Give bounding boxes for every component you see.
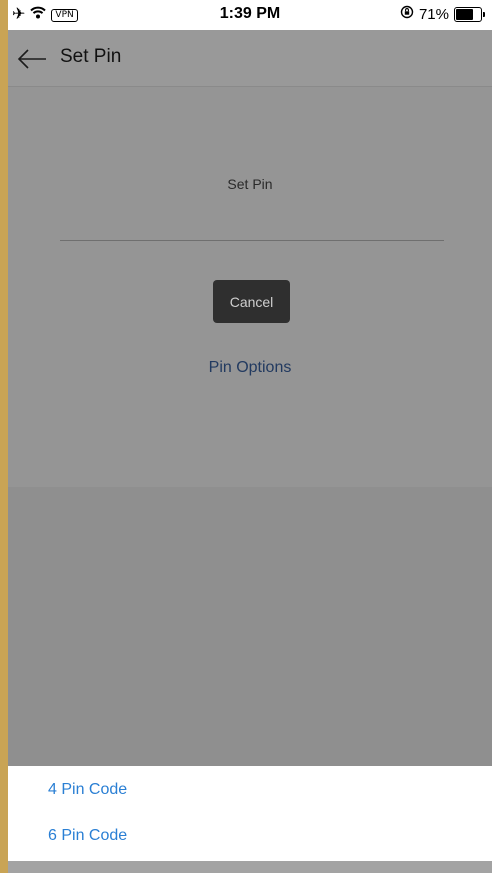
- battery-fill: [456, 8, 474, 20]
- pin-input-underline[interactable]: [60, 240, 444, 241]
- cancel-button[interactable]: Cancel: [213, 280, 290, 323]
- battery-percent: 71%: [418, 5, 449, 23]
- status-bar: ✈ VPN 1:39 PM 71%: [8, 0, 492, 30]
- pin-options-sheet: 4 Pin Code 6 Pin Code: [8, 766, 492, 861]
- bottom-strip: [8, 861, 492, 873]
- back-arrow-icon: [17, 49, 46, 69]
- option-6-pin-code[interactable]: 6 Pin Code: [48, 827, 127, 845]
- back-button[interactable]: [16, 44, 48, 74]
- battery-icon: [454, 6, 485, 22]
- option-4-pin-code[interactable]: 4 Pin Code: [48, 781, 127, 799]
- status-right-icons: 71%: [400, 5, 485, 23]
- page-title: Set Pin: [60, 46, 122, 67]
- phone-screen: ✈ VPN 1:39 PM 71% Set Pin Set Pin Cancel…: [8, 0, 492, 873]
- pin-field-label: Set Pin: [227, 176, 273, 192]
- pin-options-link[interactable]: Pin Options: [8, 359, 492, 377]
- set-pin-panel: Set Pin Cancel Pin Options: [8, 87, 492, 487]
- orientation-lock-icon: [400, 5, 414, 23]
- app-bar: Set Pin: [8, 30, 492, 87]
